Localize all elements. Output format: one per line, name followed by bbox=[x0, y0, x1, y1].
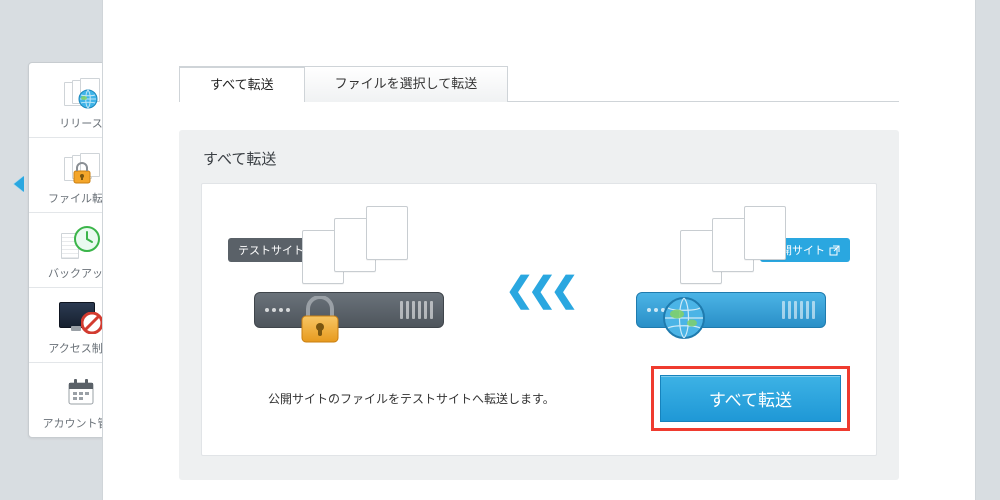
sidebar-active-indicator bbox=[14, 176, 24, 192]
transfer-card: テストサイト ❮❮❮ bbox=[201, 183, 877, 456]
cta-highlight-frame: すべて転送 bbox=[651, 366, 850, 431]
transfer-direction-arrows-icon: ❮❮❮ bbox=[505, 270, 572, 310]
transfer-section: すべて転送 テストサイト bbox=[179, 130, 899, 480]
transfer-all-button[interactable]: すべて転送 bbox=[660, 375, 841, 422]
access-restriction-icon bbox=[57, 298, 105, 336]
tab-strip: すべて転送 ファイルを選択して転送 bbox=[179, 66, 899, 102]
release-icon bbox=[57, 73, 105, 111]
server-icon bbox=[254, 292, 444, 328]
file-transfer-icon bbox=[57, 148, 105, 186]
public-site-illustration: 公開サイト bbox=[620, 206, 850, 346]
section-title: すべて転送 bbox=[203, 148, 877, 169]
tab-transfer-all[interactable]: すべて転送 bbox=[179, 66, 305, 102]
main-panel: すべて転送 ファイルを選択して転送 すべて転送 テストサイト bbox=[102, 0, 976, 500]
calendar-icon bbox=[66, 377, 96, 407]
file-stack-icon bbox=[690, 206, 786, 260]
test-site-illustration: テストサイト bbox=[228, 206, 458, 346]
file-stack-icon bbox=[312, 206, 408, 260]
transfer-caption: 公開サイトのファイルをテストサイトへ転送します。 bbox=[268, 390, 555, 407]
external-link-icon bbox=[829, 245, 840, 256]
backup-icon bbox=[57, 223, 105, 261]
clock-icon bbox=[73, 225, 101, 253]
globe-icon bbox=[78, 89, 98, 109]
tab-transfer-selected[interactable]: ファイルを選択して転送 bbox=[304, 66, 509, 102]
globe-icon bbox=[662, 296, 706, 340]
account-management-icon bbox=[57, 373, 105, 411]
lock-icon bbox=[72, 162, 92, 184]
lock-icon bbox=[298, 296, 342, 344]
prohibited-icon bbox=[81, 312, 103, 334]
sidebar-item-label: リリース bbox=[59, 115, 102, 131]
